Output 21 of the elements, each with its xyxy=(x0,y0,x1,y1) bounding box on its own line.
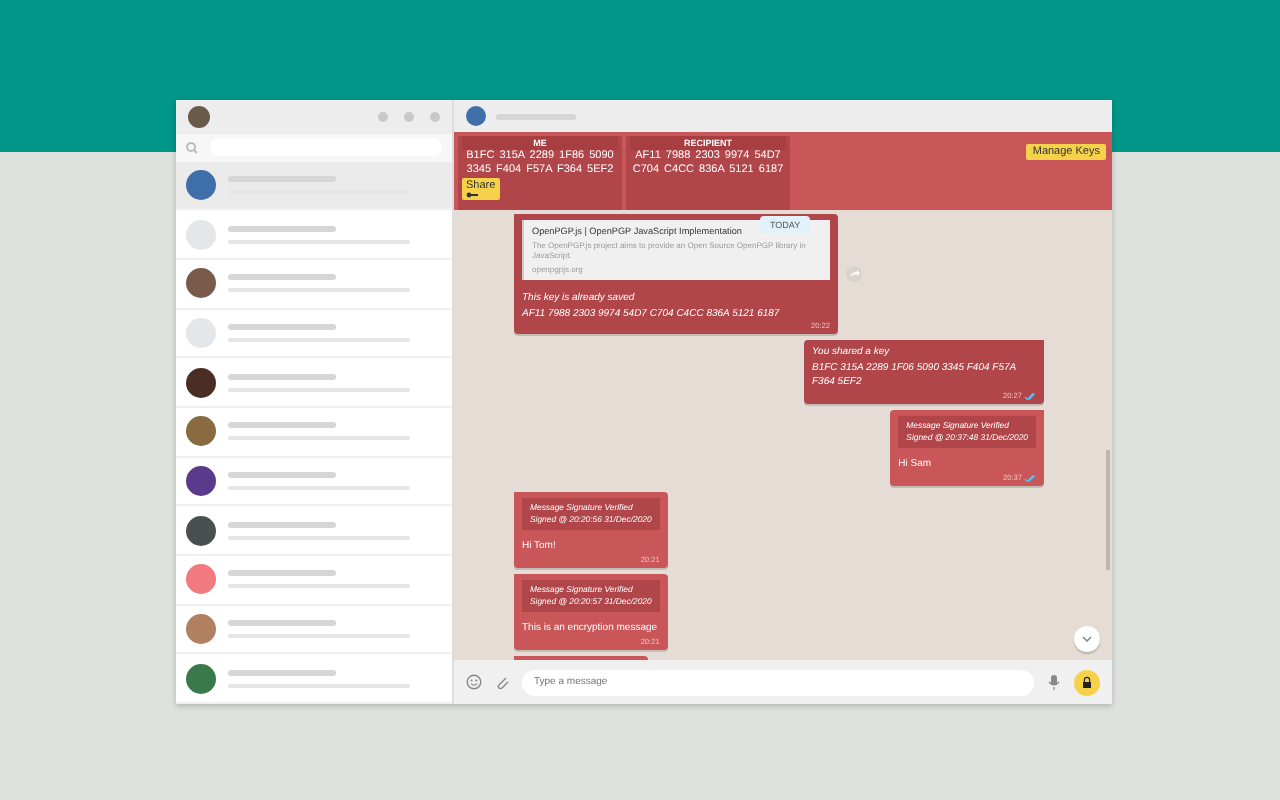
search-icon xyxy=(186,141,198,154)
blurred-name xyxy=(228,570,335,577)
profile-avatar[interactable] xyxy=(188,105,210,128)
contact-avatar[interactable] xyxy=(466,106,486,126)
blurred-name xyxy=(228,323,335,330)
blurred-name xyxy=(228,619,335,626)
key-icon xyxy=(466,192,478,198)
emoji-icon[interactable] xyxy=(466,674,482,690)
encryption-lock-button[interactable] xyxy=(1074,669,1100,695)
blurred-name xyxy=(228,225,335,232)
scroll-down-button[interactable] xyxy=(1074,626,1100,652)
lock-icon xyxy=(1082,676,1092,688)
blurred-name xyxy=(228,274,335,281)
blurred-name xyxy=(228,521,335,528)
blurred-name xyxy=(228,422,335,429)
paperclip-icon[interactable] xyxy=(494,674,510,690)
microphone-icon[interactable] xyxy=(1046,674,1062,690)
blurred-name xyxy=(228,471,335,478)
blurred-name xyxy=(228,669,335,676)
chevron-down-icon xyxy=(1082,636,1092,642)
blurred-name xyxy=(228,373,335,380)
